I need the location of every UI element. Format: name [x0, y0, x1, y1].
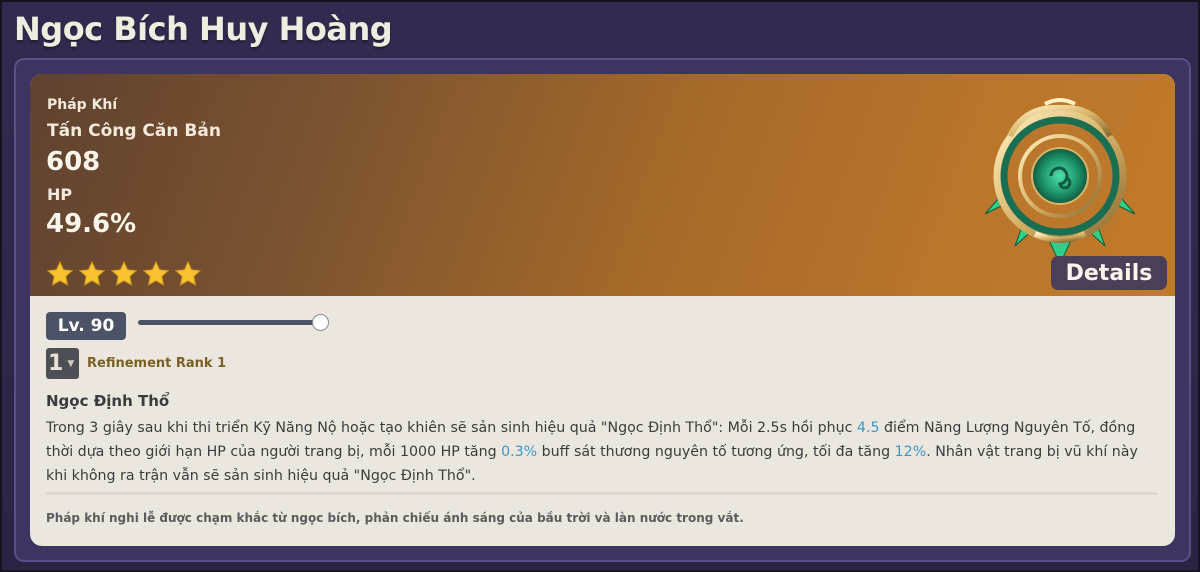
star-icon [174, 260, 202, 286]
star-icon [78, 260, 106, 286]
star-icon [142, 260, 170, 286]
base-atk-value: 608 [46, 147, 101, 177]
passive-value: 0.3% [501, 444, 538, 460]
passive-value: 4.5 [856, 420, 880, 436]
jade-catalyst-icon [984, 98, 1136, 266]
weapon-type: Pháp Khí [47, 97, 118, 113]
refinement-label: Refinement Rank 1 [87, 356, 227, 371]
passive-name: Ngọc Định Thổ [46, 392, 170, 410]
refinement-select[interactable]: 1 ▼ [46, 348, 79, 379]
base-atk-label: Tấn Công Căn Bản [47, 121, 221, 141]
rarity-stars [46, 260, 202, 288]
passive-value: 12% [894, 444, 927, 460]
substat-value: 49.6% [46, 209, 137, 239]
level-badge: Lv. 90 [46, 312, 126, 340]
passive-text: Trong 3 giây sau khi thi triển Kỹ Năng N… [46, 420, 857, 436]
page-title: Ngọc Bích Huy Hoàng [14, 10, 393, 48]
weapon-header: Pháp Khí Tấn Công Căn Bản 608 HP 49.6% D… [30, 74, 1175, 296]
divider [46, 492, 1158, 495]
star-icon [46, 260, 74, 286]
level-slider[interactable] [138, 314, 329, 331]
substat-label: HP [47, 185, 73, 204]
star-icon [110, 260, 138, 286]
chevron-down-icon: ▼ [67, 358, 75, 369]
level-slider-thumb[interactable] [312, 314, 329, 331]
details-button[interactable]: Details [1051, 256, 1167, 290]
refinement-value: 1 [48, 350, 64, 376]
passive-description: Trong 3 giây sau khi thi triển Kỹ Năng N… [46, 416, 1156, 488]
app-frame: Ngọc Bích Huy Hoàng Pháp Khí Tấn Công Că… [0, 0, 1200, 572]
weapon-lore: Pháp khí nghi lễ được chạm khắc từ ngọc … [46, 511, 744, 525]
passive-text: buff sát thương nguyên tố tương ứng, tối… [537, 444, 895, 460]
weapon-card: Pháp Khí Tấn Công Căn Bản 608 HP 49.6% D… [30, 74, 1175, 546]
